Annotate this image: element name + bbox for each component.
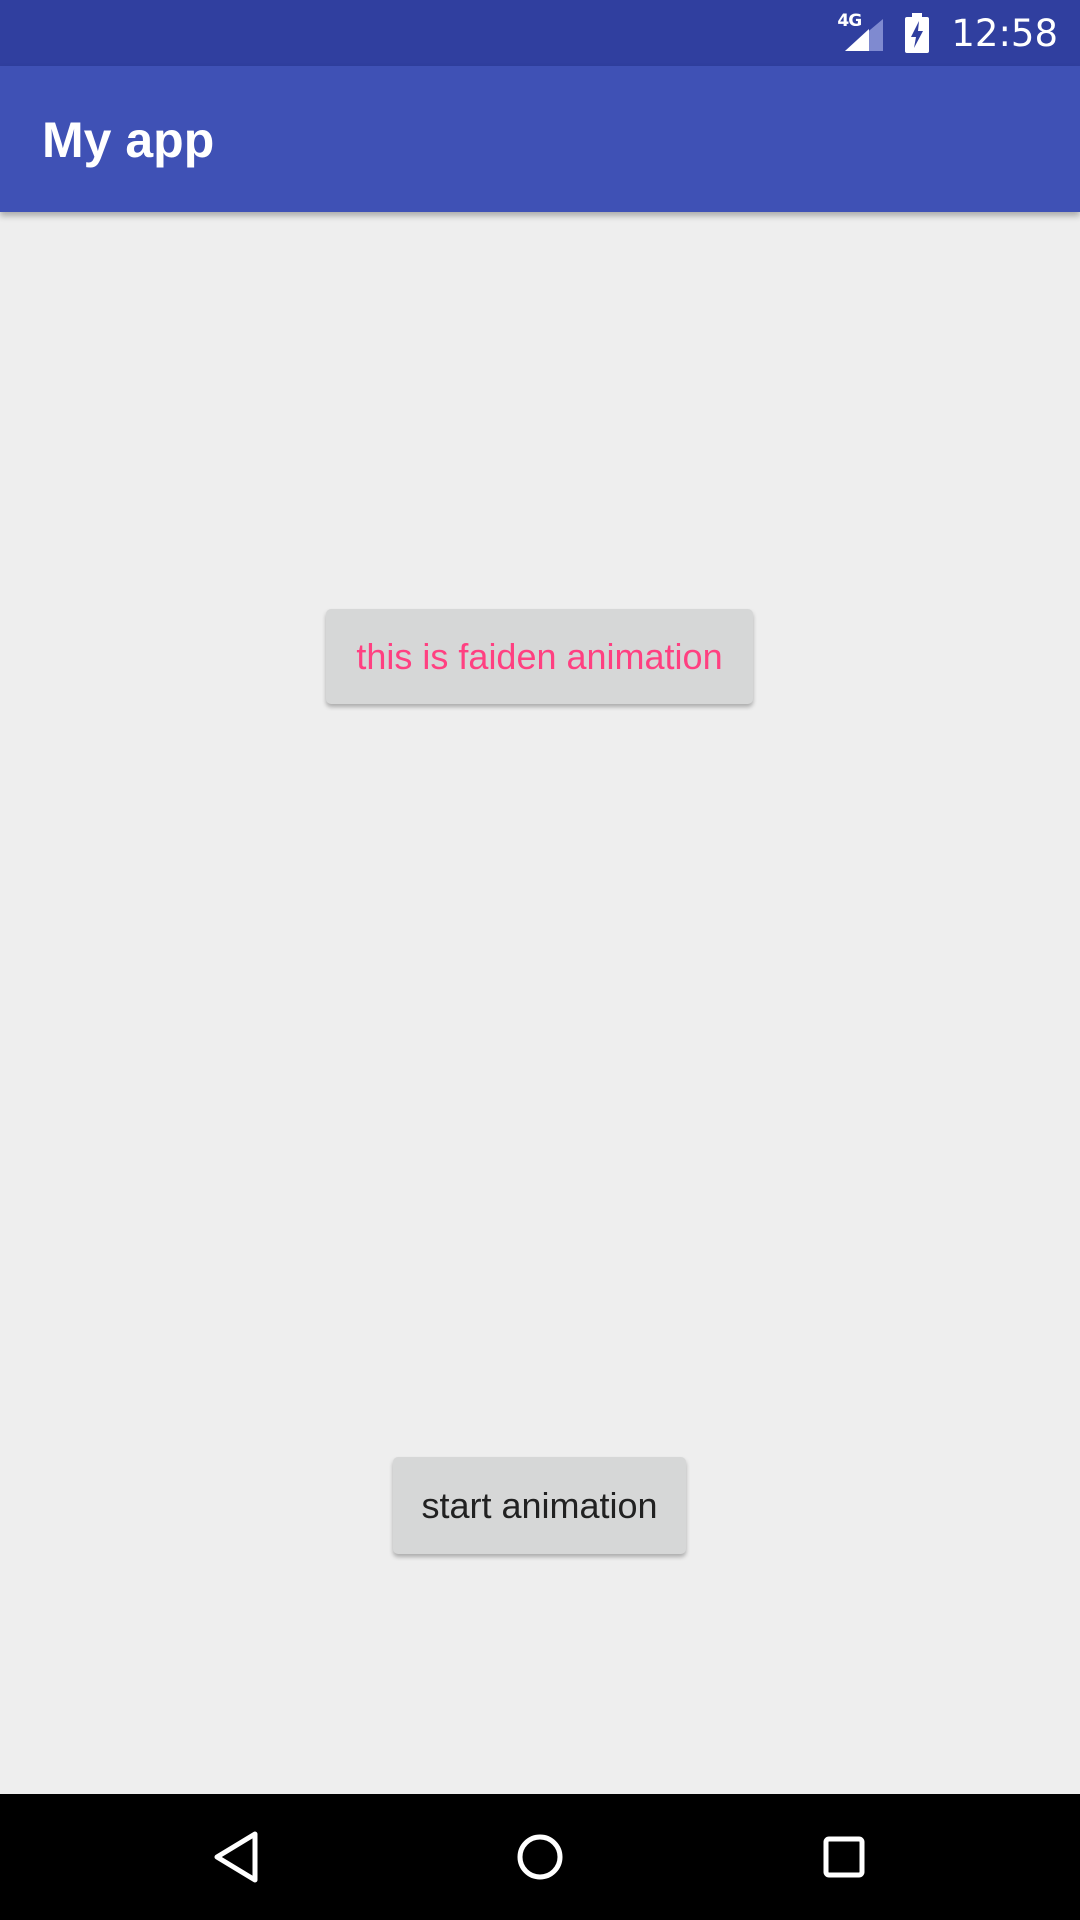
back-button[interactable]: [166, 1794, 306, 1920]
back-icon: [214, 1831, 258, 1883]
faiden-animation-button[interactable]: this is faiden animation: [326, 609, 753, 704]
app-title: My app: [42, 112, 215, 168]
screen: 4G 12:58 My app this is faiden animation…: [0, 0, 1080, 1920]
signal-icon: [845, 19, 884, 51]
recents-button[interactable]: [774, 1794, 914, 1920]
navigation-bar: [0, 1794, 1080, 1920]
home-button[interactable]: [470, 1794, 610, 1920]
network-indicator: 4G: [837, 11, 885, 53]
status-bar: 4G 12:58: [0, 0, 1080, 66]
home-icon: [517, 1834, 563, 1880]
start-animation-button[interactable]: start animation: [393, 1457, 686, 1554]
status-clock: 12:58: [951, 11, 1058, 55]
app-bar: My app: [0, 66, 1080, 212]
battery-charging-icon: [905, 13, 930, 53]
recents-icon: [823, 1836, 865, 1878]
status-icons: 4G 12:58: [837, 0, 1058, 66]
